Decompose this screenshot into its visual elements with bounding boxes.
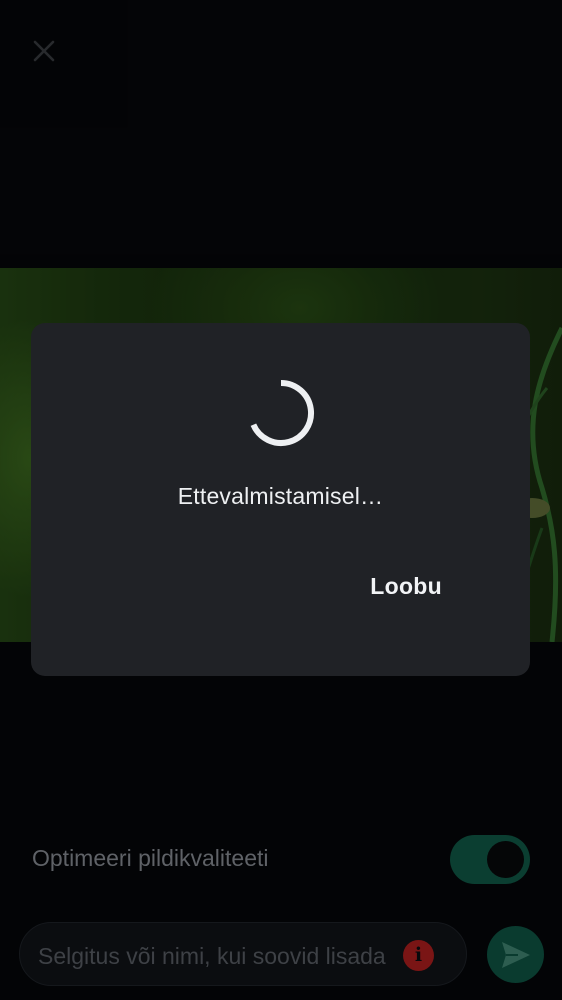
dialog-message: Ettevalmistamisel… bbox=[177, 483, 384, 509]
send-button[interactable] bbox=[487, 926, 544, 983]
progress-spinner-icon bbox=[250, 380, 314, 446]
toggle-thumb bbox=[487, 841, 524, 878]
progress-dialog: Ettevalmistamisel… Loobu bbox=[31, 323, 530, 676]
optimize-quality-toggle[interactable] bbox=[450, 835, 530, 884]
caption-input[interactable]: Selgitus või nimi, kui soovid lisada bbox=[19, 922, 467, 986]
info-icon[interactable]: i bbox=[403, 940, 434, 971]
caption-placeholder: Selgitus või nimi, kui soovid lisada bbox=[38, 943, 386, 969]
send-icon bbox=[502, 942, 530, 968]
optimize-quality-label: Optimeeri pildikvaliteeti bbox=[32, 845, 269, 871]
cancel-button[interactable]: Loobu bbox=[370, 573, 442, 600]
